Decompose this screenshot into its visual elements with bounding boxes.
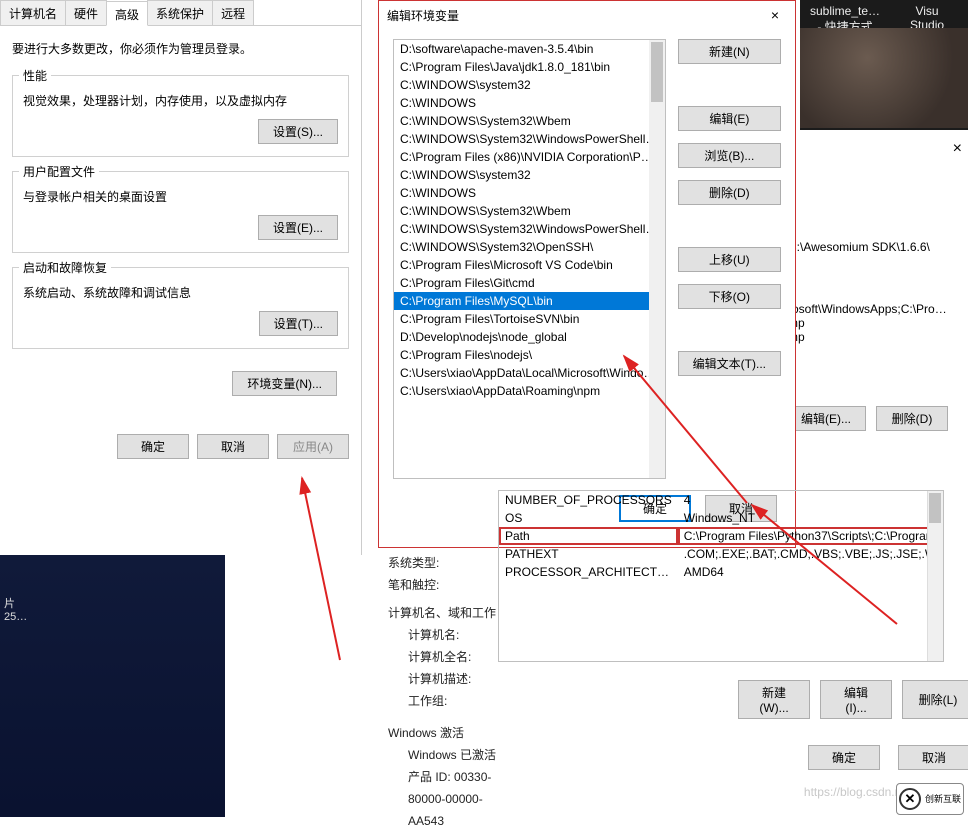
activation-status: Windows 已激活 <box>388 744 498 766</box>
system-variables-table[interactable]: NUMBER_OF_PROCESSORS4OSWindows_NTPathC:\… <box>498 490 944 662</box>
edit-text-button[interactable]: 编辑文本(T)... <box>678 351 781 376</box>
sysvar-row[interactable]: PATHEXT.COM;.EXE;.BAT;.CMD;.VBS;.VBE;.JS… <box>499 545 944 563</box>
workgroup-label: 工作组: <box>388 690 498 712</box>
sysvar-edit-button[interactable]: 编辑(I)... <box>820 680 892 719</box>
environment-variables-button[interactable]: 环境变量(N)... <box>232 371 337 396</box>
startup-group: 启动和故障恢复 系统启动、系统故障和调试信息 设置(T)... <box>12 267 349 349</box>
scrollbar-thumb[interactable] <box>929 493 941 523</box>
pc-fullname-label: 计算机全名: <box>388 646 498 668</box>
user-profiles-group: 用户配置文件 与登录帐户相关的桌面设置 设置(E)... <box>12 171 349 253</box>
tab-advanced[interactable]: 高级 <box>106 1 148 26</box>
sysprops-cancel-button[interactable]: 取消 <box>197 434 269 459</box>
path-item[interactable]: C:\Program Files\Java\jdk1.8.0_181\bin <box>394 58 665 76</box>
move-up-button[interactable]: 上移(U) <box>678 247 781 272</box>
brand-logo: ✕ 创新互联 <box>896 783 964 815</box>
move-down-button[interactable]: 下移(O) <box>678 284 781 309</box>
system-properties-dialog: 计算机名 硬件 高级 系统保护 远程 要进行大多数更改，你必须作为管理员登录。 … <box>0 0 362 555</box>
pc-domain-label: 计算机名、域和工作 <box>388 602 498 624</box>
path-listbox[interactable]: D:\software\apache-maven-3.5.4\binC:\Pro… <box>393 39 666 479</box>
pc-name-label: 计算机名: <box>388 624 498 646</box>
sysvar-row[interactable]: OSWindows_NT <box>499 509 944 527</box>
path-item[interactable]: C:\Program Files\nodejs\ <box>394 346 665 364</box>
path-item[interactable]: C:\WINDOWS\system32 <box>394 166 665 184</box>
system-info-labels: 系统类型: 笔和触控: 计算机名、域和工作 计算机名: 计算机全名: 计算机描述… <box>388 552 498 832</box>
path-item[interactable]: C:\Program Files\Git\cmd <box>394 274 665 292</box>
path-item[interactable]: C:\WINDOWS\System32\Wbem <box>394 112 665 130</box>
sysvar-delete-button[interactable]: 删除(L) <box>902 680 968 719</box>
product-id-label: 产品 ID: <box>408 770 451 784</box>
performance-group: 性能 视觉效果，处理器计划，内存使用，以及虚拟内存 设置(S)... <box>12 75 349 157</box>
scrollbar-thumb[interactable] <box>651 42 663 102</box>
path-item[interactable]: C:\Users\xiao\AppData\Roaming\npm <box>394 382 665 400</box>
user-profiles-settings-button[interactable]: 设置(E)... <box>258 215 338 240</box>
delete-button[interactable]: 删除(D) <box>678 180 781 205</box>
startup-title: 启动和故障恢复 <box>19 259 111 276</box>
tab-hardware[interactable]: 硬件 <box>65 0 107 25</box>
tab-remote[interactable]: 远程 <box>212 0 254 25</box>
startup-desc: 系统启动、系统故障和调试信息 <box>23 284 338 301</box>
envvars-cancel-button[interactable]: 取消 <box>898 745 968 770</box>
desktop-wallpaper <box>800 28 968 128</box>
new-button[interactable]: 新建(N) <box>678 39 781 64</box>
path-item[interactable]: C:\Program Files\MySQL\bin <box>394 292 665 310</box>
sysvar-row[interactable]: PathC:\Program Files\Python37\Scripts\;C… <box>499 527 944 545</box>
user-delete-button[interactable]: 删除(D) <box>876 406 948 431</box>
watermark-text: https://blog.csdn.ne <box>804 785 908 799</box>
sysvar-row[interactable]: NUMBER_OF_PROCESSORS4 <box>499 491 944 509</box>
edit-path-title: 编辑环境变量 <box>387 7 763 24</box>
user-var-value-fragment: C:\Awesomium SDK\1.6.6\ rosoft\WindowsAp… <box>788 240 947 344</box>
admin-note: 要进行大多数更改，你必须作为管理员登录。 <box>12 40 349 57</box>
user-profiles-title: 用户配置文件 <box>19 163 99 180</box>
logo-mark-icon: ✕ <box>899 788 921 810</box>
pc-desc-label: 计算机描述: <box>388 668 498 690</box>
path-item[interactable]: C:\WINDOWS\System32\Wbem <box>394 202 665 220</box>
performance-title: 性能 <box>19 67 51 84</box>
path-item[interactable]: C:\WINDOWS <box>394 184 665 202</box>
scrollbar[interactable] <box>927 491 943 661</box>
path-item[interactable]: C:\WINDOWS\System32\OpenSSH\ <box>394 238 665 256</box>
path-item[interactable]: D:\Develop\nodejs\node_global <box>394 328 665 346</box>
sysvar-row[interactable]: PROCESSOR_ARCHITECT…AMD64 <box>499 563 944 581</box>
envvars-ok-button[interactable]: 确定 <box>808 745 880 770</box>
edit-button[interactable]: 编辑(E) <box>678 106 781 131</box>
path-item[interactable]: C:\Program Files\TortoiseSVN\bin <box>394 310 665 328</box>
desktop-fragment: sublime_te… - 快捷方式 Visu Studio <box>800 0 968 130</box>
scrollbar[interactable] <box>649 40 665 478</box>
sysprops-apply-button[interactable]: 应用(A) <box>277 434 349 459</box>
sysprops-tabs: 计算机名 硬件 高级 系统保护 远程 <box>0 0 361 26</box>
path-item[interactable]: C:\WINDOWS <box>394 94 665 112</box>
path-item[interactable]: C:\WINDOWS\system32 <box>394 76 665 94</box>
sysvar-new-button[interactable]: 新建(W)... <box>738 680 810 719</box>
pen-touch-label: 笔和触控: <box>388 574 498 596</box>
sysprops-ok-button[interactable]: 确定 <box>117 434 189 459</box>
performance-desc: 视觉效果，处理器计划，内存使用，以及虚拟内存 <box>23 92 338 109</box>
user-profiles-desc: 与登录帐户相关的桌面设置 <box>23 188 338 205</box>
path-item[interactable]: C:\Users\xiao\AppData\Local\Microsoft\Wi… <box>394 364 665 382</box>
logo-text: 创新互联 <box>925 794 961 804</box>
performance-settings-button[interactable]: 设置(S)... <box>258 119 338 144</box>
thumbnail-image: 片25… <box>0 555 225 817</box>
edit-path-titlebar: 编辑环境变量 × <box>379 1 795 29</box>
user-edit-button[interactable]: 编辑(E)... <box>786 406 866 431</box>
startup-settings-button[interactable]: 设置(T)... <box>259 311 338 336</box>
close-icon[interactable]: × <box>953 140 962 158</box>
path-item[interactable]: D:\software\apache-maven-3.5.4\bin <box>394 40 665 58</box>
path-item[interactable]: C:\Program Files\Microsoft VS Code\bin <box>394 256 665 274</box>
activation-heading: Windows 激活 <box>388 722 498 744</box>
tab-system-protection[interactable]: 系统保护 <box>147 0 213 25</box>
close-icon[interactable]: × <box>763 5 787 25</box>
edit-path-dialog: 编辑环境变量 × D:\software\apache-maven-3.5.4\… <box>378 0 796 548</box>
browse-button[interactable]: 浏览(B)... <box>678 143 781 168</box>
path-item[interactable]: C:\WINDOWS\System32\WindowsPowerShell\v1… <box>394 130 665 148</box>
sys-type-label: 系统类型: <box>388 552 498 574</box>
path-item[interactable]: C:\Program Files (x86)\NVIDIA Corporatio… <box>394 148 665 166</box>
path-item[interactable]: C:\WINDOWS\System32\WindowsPowerShell\v1… <box>394 220 665 238</box>
tab-computer-name[interactable]: 计算机名 <box>0 0 66 25</box>
